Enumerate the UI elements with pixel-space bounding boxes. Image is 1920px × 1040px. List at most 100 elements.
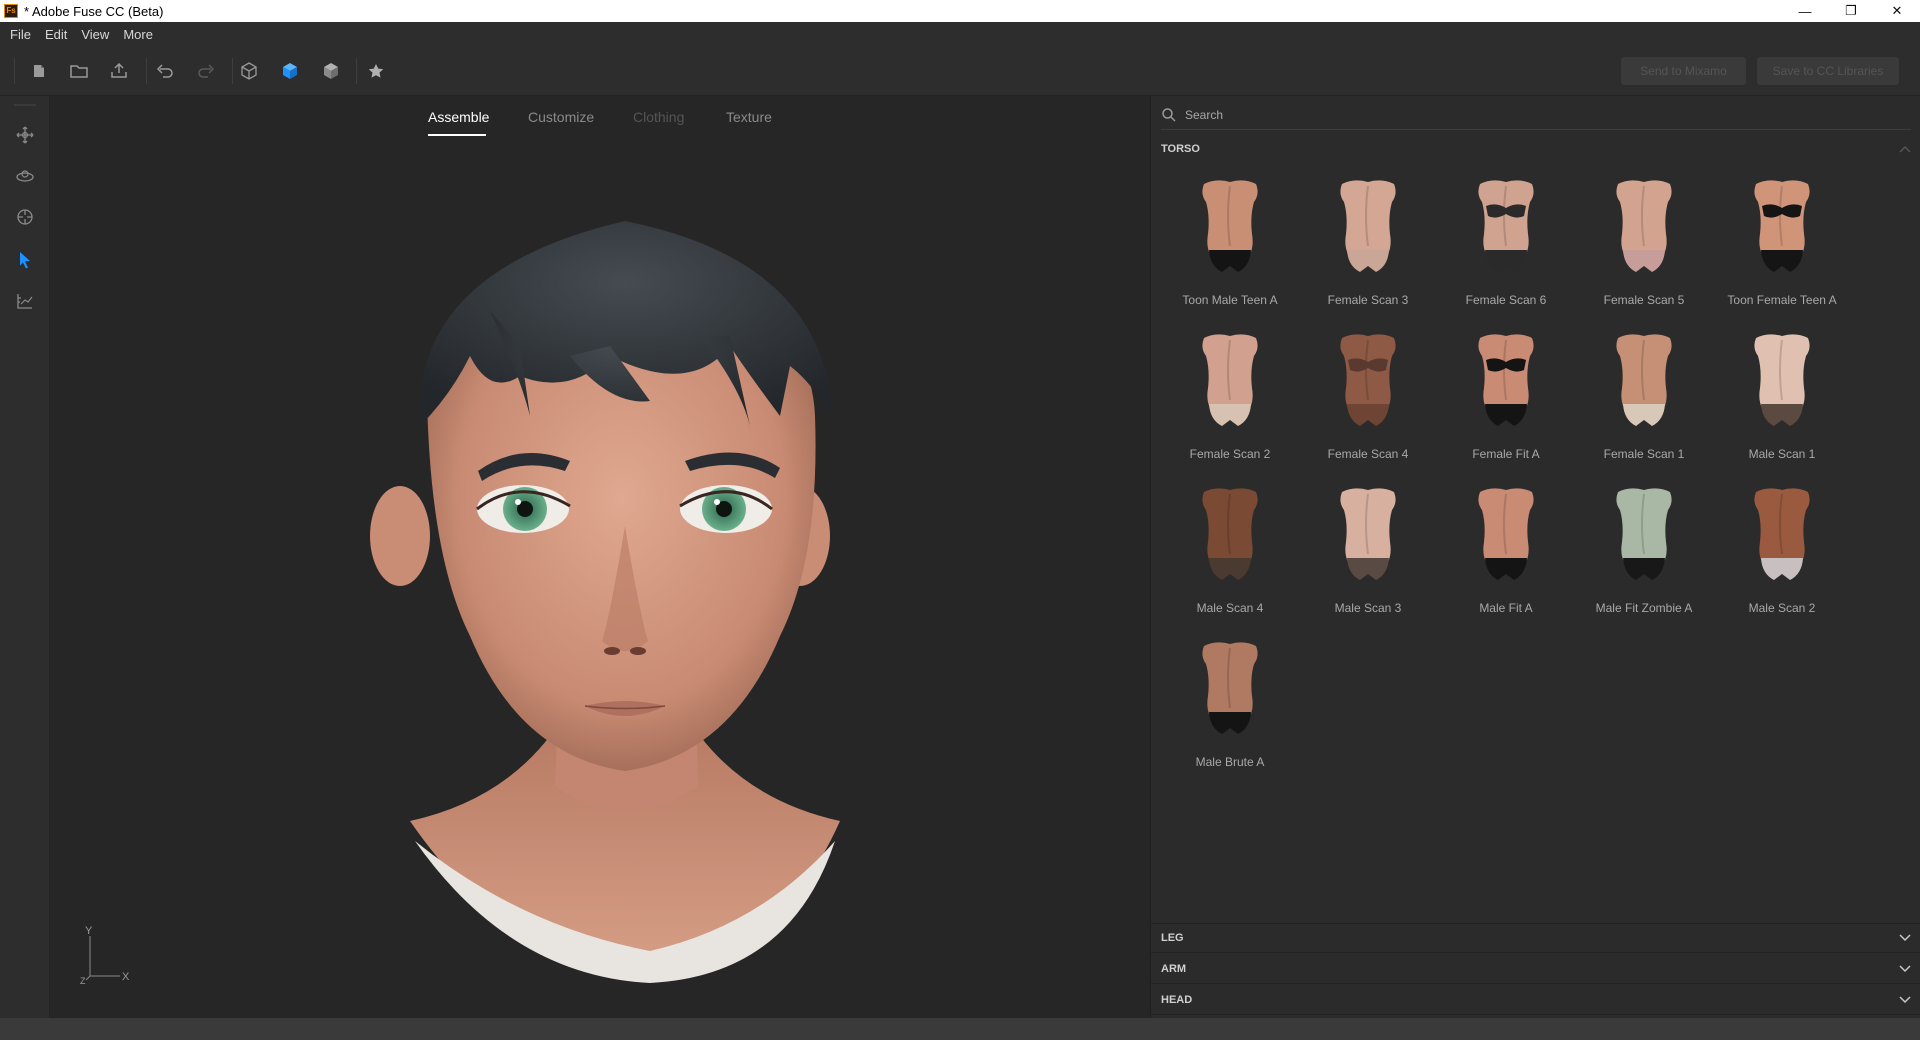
torso-item-label: Male Scan 1 bbox=[1748, 447, 1816, 461]
status-bar bbox=[0, 1018, 1920, 1040]
toolbar-divider bbox=[232, 58, 233, 84]
toolbar: Send to Mixamo Save to CC Libraries bbox=[0, 46, 1920, 96]
torso-item[interactable]: Male Fit Zombie A bbox=[1575, 484, 1713, 638]
minimize-icon[interactable]: — bbox=[1782, 0, 1828, 22]
torso-item[interactable]: Female Scan 6 bbox=[1437, 176, 1575, 330]
torso-item-label: Female Scan 3 bbox=[1327, 293, 1409, 307]
measure-tool-icon[interactable] bbox=[14, 290, 36, 312]
search-bar bbox=[1161, 100, 1911, 130]
torso-item[interactable]: Toon Female Teen A bbox=[1713, 176, 1851, 330]
send-to-mixamo-button[interactable]: Send to Mixamo bbox=[1621, 57, 1746, 85]
torso-item[interactable]: Male Scan 3 bbox=[1299, 484, 1437, 638]
torso-item-label: Toon Female Teen A bbox=[1727, 293, 1837, 307]
torso-item[interactable]: Female Fit A bbox=[1437, 330, 1575, 484]
window-controls: — ❐ ✕ bbox=[1782, 0, 1920, 22]
toolbar-grip bbox=[14, 104, 36, 106]
axis-y-label: Y bbox=[85, 926, 93, 937]
section-torso-label: TORSO bbox=[1161, 143, 1200, 155]
export-icon[interactable] bbox=[108, 60, 130, 82]
torso-item[interactable]: Female Scan 5 bbox=[1575, 176, 1713, 330]
torso-item-label: Female Scan 5 bbox=[1603, 293, 1685, 307]
restore-icon[interactable]: ❐ bbox=[1828, 0, 1874, 22]
title-bar: Fs * Adobe Fuse CC (Beta) — ❐ ✕ bbox=[0, 0, 1920, 22]
torso-item-label: Male Brute A bbox=[1195, 755, 1265, 769]
torso-item[interactable]: Male Scan 4 bbox=[1161, 484, 1299, 638]
textured-cube-icon[interactable] bbox=[320, 60, 342, 82]
menu-edit[interactable]: Edit bbox=[45, 27, 67, 42]
section-head-header[interactable]: HEAD bbox=[1151, 985, 1920, 1015]
section-head-label: HEAD bbox=[1161, 993, 1193, 1006]
axis-gizmo: Y X Z bbox=[80, 925, 140, 986]
axis-x-label: X bbox=[122, 971, 130, 983]
chevron-down-icon bbox=[1899, 995, 1911, 1003]
torso-thumbnail bbox=[1202, 334, 1258, 426]
select-cursor-icon[interactable] bbox=[14, 249, 36, 271]
torso-thumbnail bbox=[1478, 334, 1534, 426]
torso-item[interactable]: Female Scan 2 bbox=[1161, 330, 1299, 484]
axis-z-label: Z bbox=[80, 976, 86, 986]
character-model bbox=[370, 221, 840, 983]
section-leg-label: LEG bbox=[1161, 932, 1184, 944]
torso-item-label: Female Scan 6 bbox=[1465, 293, 1547, 307]
torso-thumbnail bbox=[1340, 334, 1396, 426]
new-file-icon[interactable] bbox=[28, 60, 50, 82]
torso-item-label: Male Fit A bbox=[1479, 601, 1533, 615]
app-logo-icon: Fs bbox=[4, 4, 18, 18]
torso-item[interactable]: Female Scan 1 bbox=[1575, 330, 1713, 484]
star-icon[interactable] bbox=[365, 60, 387, 82]
torso-thumbnail bbox=[1754, 334, 1810, 426]
save-to-cc-libraries-button[interactable]: Save to CC Libraries bbox=[1757, 57, 1899, 85]
left-toolbar bbox=[0, 96, 50, 1018]
torso-item-label: Male Scan 2 bbox=[1748, 601, 1816, 615]
section-arm-label: ARM bbox=[1161, 962, 1187, 975]
chevron-down-icon bbox=[1899, 964, 1911, 972]
torso-item[interactable]: Female Scan 3 bbox=[1299, 176, 1437, 330]
toolbar-divider bbox=[14, 58, 15, 84]
undo-icon[interactable] bbox=[154, 60, 176, 82]
torso-item-label: Male Scan 4 bbox=[1196, 601, 1264, 615]
menu-view[interactable]: View bbox=[81, 27, 109, 42]
section-torso-header[interactable]: TORSO bbox=[1151, 134, 1920, 164]
torso-item[interactable]: Female Scan 4 bbox=[1299, 330, 1437, 484]
wireframe-cube-icon[interactable] bbox=[238, 60, 260, 82]
open-folder-icon[interactable] bbox=[68, 60, 90, 82]
torso-item-label: Female Scan 2 bbox=[1189, 447, 1271, 461]
3d-viewport[interactable]: Assemble Customize Clothing Texture Y X … bbox=[50, 96, 1150, 1018]
torso-item[interactable]: Male Brute A bbox=[1161, 638, 1299, 792]
shaded-cube-icon[interactable] bbox=[279, 60, 301, 82]
orbit-tool-icon[interactable] bbox=[14, 165, 36, 187]
chevron-down-icon bbox=[1899, 934, 1911, 942]
torso-item-label: Male Fit Zombie A bbox=[1595, 601, 1693, 615]
torso-thumbnail bbox=[1202, 642, 1258, 734]
torso-item[interactable]: Male Scan 2 bbox=[1713, 484, 1851, 638]
torso-item[interactable]: Male Fit A bbox=[1437, 484, 1575, 638]
move-tool-icon[interactable] bbox=[14, 124, 36, 146]
menu-more[interactable]: More bbox=[123, 27, 153, 42]
torso-thumbnail bbox=[1202, 180, 1258, 272]
window-title: * Adobe Fuse CC (Beta) bbox=[24, 3, 164, 19]
torso-thumbnail bbox=[1340, 180, 1396, 272]
target-tool-icon[interactable] bbox=[14, 206, 36, 228]
torso-thumbnail bbox=[1616, 488, 1672, 580]
menu-bar: File Edit View More bbox=[0, 22, 1920, 46]
section-leg-header[interactable]: LEG bbox=[1151, 923, 1920, 953]
search-input[interactable] bbox=[1185, 107, 1865, 122]
search-icon bbox=[1162, 107, 1176, 122]
torso-item-label: Female Scan 1 bbox=[1603, 447, 1685, 461]
section-arm-header[interactable]: ARM bbox=[1151, 954, 1920, 984]
toolbar-divider bbox=[146, 58, 147, 84]
torso-item-label: Male Scan 3 bbox=[1334, 601, 1402, 615]
menu-file[interactable]: File bbox=[10, 27, 31, 42]
close-icon[interactable]: ✕ bbox=[1874, 0, 1920, 22]
asset-library-panel: TORSO Toon Male Teen A Female Scan 3 Femal… bbox=[1150, 96, 1920, 1018]
torso-item-label: Female Fit A bbox=[1472, 447, 1540, 461]
torso-thumbnail bbox=[1616, 334, 1672, 426]
torso-thumbnail bbox=[1616, 180, 1672, 272]
torso-thumbnail bbox=[1478, 488, 1534, 580]
torso-thumbnail bbox=[1754, 488, 1810, 580]
torso-item[interactable]: Male Scan 1 bbox=[1713, 330, 1851, 484]
torso-item[interactable]: Toon Male Teen A bbox=[1161, 176, 1299, 330]
torso-item-label: Toon Male Teen A bbox=[1182, 293, 1278, 307]
torso-thumbnail bbox=[1202, 488, 1258, 580]
torso-thumbnail bbox=[1340, 488, 1396, 580]
